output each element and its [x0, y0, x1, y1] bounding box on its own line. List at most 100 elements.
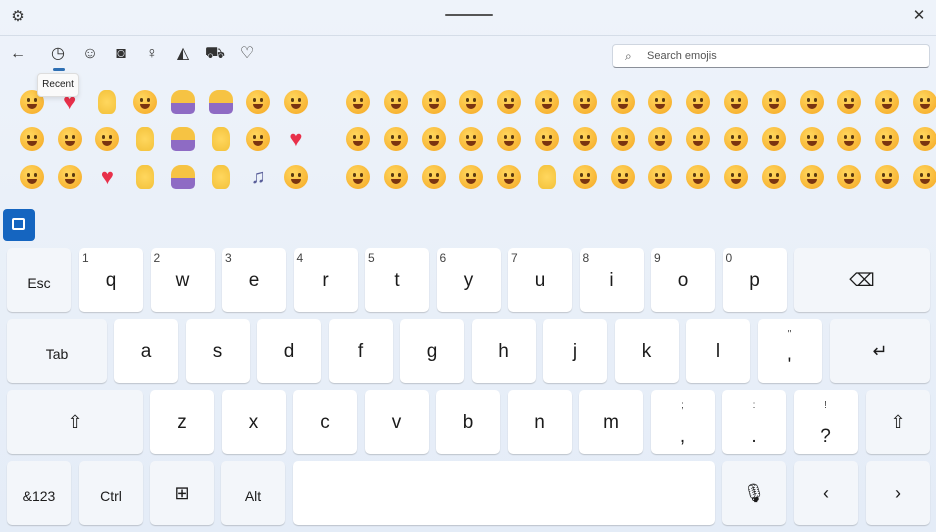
- key-shift-right[interactable]: ⇧: [866, 390, 930, 454]
- key-left[interactable]: ‹: [794, 461, 858, 525]
- key-w[interactable]: 2w: [150, 248, 215, 312]
- key-comma[interactable]: ;,: [650, 390, 715, 454]
- woman-gesturing-emoji[interactable]: [170, 165, 195, 189]
- smiley-icon[interactable]: ☺: [79, 44, 101, 64]
- laughing-face-emoji[interactable]: [383, 165, 408, 189]
- star-struck-emoji[interactable]: [610, 127, 635, 151]
- key-z[interactable]: z: [150, 390, 214, 454]
- key-t[interactable]: 5t: [365, 248, 429, 312]
- key-esc[interactable]: Esc: [7, 248, 71, 312]
- key-alt[interactable]: Alt: [221, 461, 285, 525]
- kissing-face-emoji[interactable]: [535, 90, 559, 114]
- face-no-mouth-emoji[interactable]: [686, 90, 711, 114]
- key-backspace[interactable]: ⌫: [794, 248, 930, 312]
- tears-of-joy-emoji[interactable]: [346, 165, 370, 189]
- key-k[interactable]: k: [614, 319, 679, 383]
- face-open-mouth-emoji[interactable]: [761, 90, 786, 114]
- key-j[interactable]: j: [543, 319, 607, 383]
- heart-eyes-emoji[interactable]: [497, 90, 522, 114]
- key-windows[interactable]: ⊞: [150, 461, 214, 525]
- face-raised-eyebrow-emoji[interactable]: [648, 90, 673, 114]
- grinning-face-emoji[interactable]: [133, 90, 158, 114]
- person-icon[interactable]: ◙: [110, 44, 132, 64]
- neutral-face-emoji[interactable]: [648, 127, 673, 151]
- key-h[interactable]: h: [471, 319, 536, 383]
- expressionless-face-emoji[interactable]: [648, 165, 673, 189]
- savoring-food-emoji[interactable]: [459, 127, 484, 151]
- confounded-face-emoji[interactable]: [724, 127, 748, 151]
- key-d[interactable]: d: [257, 319, 321, 383]
- hushed-face-emoji[interactable]: [761, 165, 786, 189]
- key-n[interactable]: n: [507, 390, 572, 454]
- tears-of-joy-emoji[interactable]: [20, 127, 44, 151]
- smiling-sweat-emoji[interactable]: [421, 90, 446, 114]
- smiling-sunglasses-emoji[interactable]: [246, 127, 271, 151]
- clipboard-button[interactable]: [3, 209, 35, 241]
- key-u[interactable]: 7u: [508, 248, 572, 312]
- drag-handle[interactable]: [445, 14, 493, 16]
- thinking-face-emoji[interactable]: [610, 165, 635, 189]
- pleading-face-emoji[interactable]: [913, 90, 936, 114]
- smiling-closed-eyes-emoji[interactable]: [837, 127, 862, 151]
- key-tab[interactable]: Tab: [7, 319, 107, 383]
- musical-notes-emoji[interactable]: ♫: [246, 165, 270, 189]
- grinning-face-emoji[interactable]: [383, 127, 408, 151]
- person-raising-hands-emoji[interactable]: [208, 90, 233, 114]
- car-icon[interactable]: ⛟: [204, 44, 226, 64]
- heart-eyes-emoji[interactable]: [57, 127, 82, 151]
- relieved-face-emoji[interactable]: [572, 127, 597, 151]
- crossed-fingers-emoji[interactable]: [211, 165, 230, 189]
- close-icon[interactable]: ✕: [908, 6, 930, 26]
- key-r[interactable]: 4r: [293, 248, 358, 312]
- grinning-smiling-eyes-emoji[interactable]: [421, 165, 446, 189]
- key-right[interactable]: ›: [866, 461, 930, 525]
- key-q[interactable]: 1q: [79, 248, 143, 312]
- two-hearts-emoji[interactable]: ♥: [95, 165, 119, 189]
- key-apostrophe[interactable]: " ': [757, 319, 822, 383]
- face-blowing-kiss-emoji[interactable]: [95, 127, 120, 151]
- ok-hand-emoji[interactable]: [98, 90, 117, 114]
- key-y[interactable]: 6y: [436, 248, 501, 312]
- kissing-closed-eyes-emoji[interactable]: [572, 90, 597, 114]
- sparkling-heart-emoji[interactable]: ♥: [284, 127, 308, 151]
- man-tipping-hand-emoji[interactable]: [170, 127, 195, 151]
- beaming-face-emoji[interactable]: [346, 127, 370, 151]
- pleading-face-emoji[interactable]: [283, 90, 308, 114]
- key-s[interactable]: s: [185, 319, 250, 383]
- worried-face-emoji[interactable]: [913, 165, 936, 189]
- money-face-emoji[interactable]: [875, 165, 900, 189]
- key-i[interactable]: 8i: [579, 248, 644, 312]
- zipper-mouth-emoji[interactable]: [572, 165, 597, 189]
- tongue-wink-emoji[interactable]: [837, 165, 862, 189]
- kissing-smiling-eyes-emoji[interactable]: [535, 127, 559, 151]
- balloon-icon[interactable]: ♀: [141, 44, 163, 64]
- tired-face-emoji[interactable]: [799, 127, 824, 151]
- kiss-heart-emoji[interactable]: [497, 127, 522, 151]
- key-space[interactable]: [293, 461, 715, 525]
- key-ctrl[interactable]: Ctrl: [79, 461, 143, 525]
- key-f[interactable]: f: [328, 319, 393, 383]
- key-g[interactable]: g: [400, 319, 464, 383]
- key-e[interactable]: 3e: [222, 248, 286, 312]
- zany-face-emoji[interactable]: [283, 165, 308, 189]
- pensive-face-emoji[interactable]: [57, 165, 82, 189]
- key-p[interactable]: 0p: [722, 248, 787, 312]
- key-question[interactable]: !?: [793, 390, 858, 454]
- rolling-laughing-emoji[interactable]: [20, 165, 44, 189]
- key-o[interactable]: 9o: [651, 248, 715, 312]
- hugging-face-emoji[interactable]: [610, 90, 635, 114]
- key-enter[interactable]: ↵: [830, 319, 930, 383]
- smiling-hearts-emoji[interactable]: [497, 165, 522, 189]
- smiling-sunglasses-emoji[interactable]: [459, 165, 484, 189]
- clock-icon[interactable]: ◷: [47, 44, 69, 64]
- squinting-face-emoji[interactable]: [421, 127, 446, 151]
- smirking-face-emoji[interactable]: [724, 90, 748, 114]
- key-v[interactable]: v: [364, 390, 429, 454]
- sleepy-face-emoji[interactable]: [799, 90, 824, 114]
- rolling-laughing-emoji[interactable]: [383, 90, 408, 114]
- key-period[interactable]: :.: [722, 390, 786, 454]
- key-b[interactable]: b: [436, 390, 500, 454]
- exploding-head-emoji[interactable]: [686, 127, 711, 151]
- persevering-face-emoji[interactable]: [913, 127, 936, 151]
- key-c[interactable]: c: [293, 390, 357, 454]
